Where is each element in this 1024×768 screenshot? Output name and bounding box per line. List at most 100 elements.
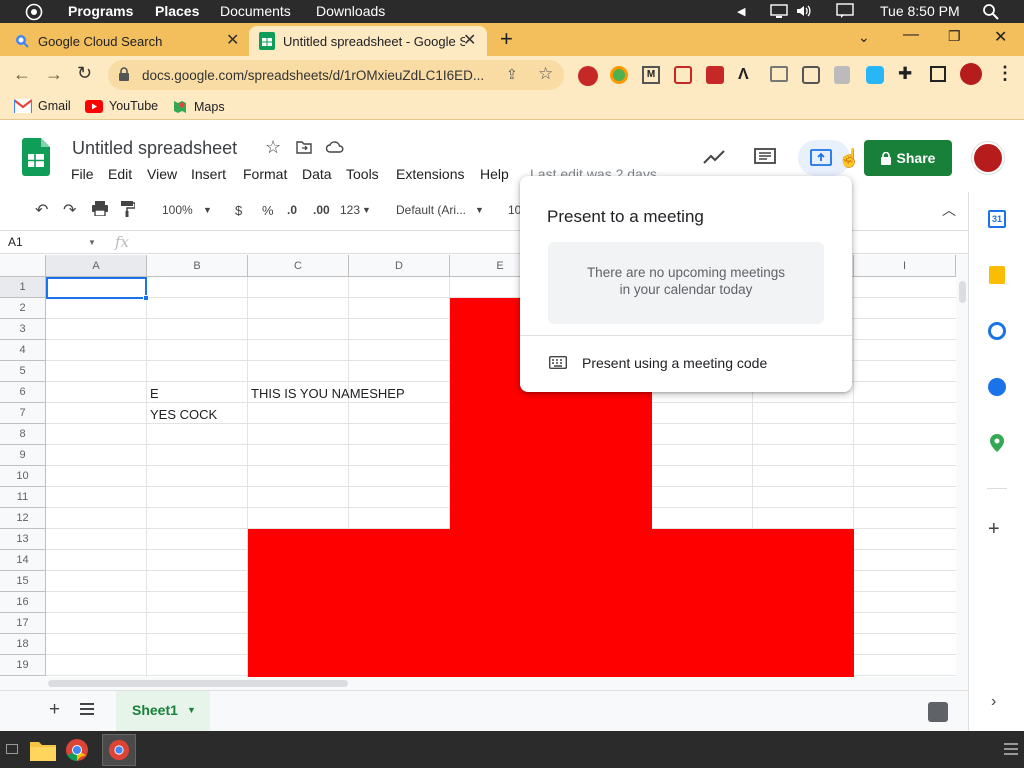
address-bar[interactable]: docs.google.com/spreadsheets/d/1rOMxieuZ… (108, 60, 564, 90)
minimize-icon[interactable]: — (903, 26, 919, 44)
menu-data[interactable]: Data (302, 166, 332, 182)
row-header-15[interactable]: 15 (0, 571, 46, 592)
print-icon[interactable] (92, 201, 108, 216)
forward-icon[interactable]: → (45, 64, 63, 85)
bookmark-gmail[interactable]: Gmail (14, 99, 71, 113)
row-header-13[interactable]: 13 (0, 529, 46, 550)
name-box[interactable]: A1 (8, 235, 23, 249)
bookmark-star-icon[interactable]: ☆ (538, 64, 553, 84)
extension-m-icon[interactable]: M (642, 66, 660, 84)
extension-off-icon[interactable] (578, 66, 598, 86)
tray-arrow-icon[interactable]: ◀ (737, 5, 745, 18)
extension-pocket-icon[interactable] (802, 66, 820, 84)
share-button[interactable]: Share (864, 140, 952, 176)
paint-format-icon[interactable] (121, 201, 135, 217)
expand-panel-icon[interactable]: › (991, 693, 996, 711)
calendar-icon[interactable]: 31 (988, 210, 1006, 228)
extension-cloud-icon[interactable] (866, 66, 884, 84)
network-icon[interactable] (770, 3, 788, 19)
file-manager-icon[interactable] (30, 739, 56, 761)
bookmark-youtube[interactable]: YouTube (85, 99, 158, 113)
explore-button-icon[interactable] (928, 702, 948, 722)
get-addons-icon[interactable]: + (988, 518, 1000, 541)
close-tab-icon[interactable]: ✕ (226, 30, 239, 50)
cloud-status-icon[interactable] (326, 140, 344, 153)
row-header-11[interactable]: 11 (0, 487, 46, 508)
search-icon[interactable] (982, 3, 1000, 21)
increase-decimal-button[interactable]: .00 (313, 203, 330, 217)
profile-avatar[interactable] (960, 63, 982, 85)
red-fill-region-bottom[interactable] (248, 529, 854, 677)
chrome-window-button[interactable] (102, 734, 136, 766)
row-header-14[interactable]: 14 (0, 550, 46, 571)
add-sheet-icon[interactable]: + (49, 699, 60, 721)
tab-untitled-spreadsheet[interactable]: Untitled spreadsheet - Google Sh (249, 26, 487, 56)
bookmark-maps[interactable]: Maps (172, 99, 225, 115)
menu-tools[interactable]: Tools (346, 166, 379, 182)
extension-a-icon[interactable]: Λ (738, 66, 749, 84)
extension-window-icon[interactable] (770, 66, 788, 82)
cell-c6[interactable]: THIS IS YOU NAMESHEP (251, 386, 405, 401)
menu-file[interactable]: File (71, 166, 94, 182)
row-header-17[interactable]: 17 (0, 613, 46, 634)
sheet-tab-dropdown-icon[interactable]: ▼ (187, 705, 196, 715)
cell-b7[interactable]: YES COCK (150, 407, 217, 422)
document-title[interactable]: Untitled spreadsheet (72, 138, 237, 159)
os-menu-documents[interactable]: Documents (220, 3, 291, 19)
row-header-9[interactable]: 9 (0, 445, 46, 466)
keep-icon[interactable] (989, 266, 1005, 284)
menu-extensions[interactable]: Extensions (396, 166, 464, 182)
font-dropdown-icon[interactable]: ▼ (475, 205, 484, 215)
reload-icon[interactable]: ↻ (77, 63, 92, 84)
horizontal-scrollbar[interactable] (0, 677, 968, 690)
chat-icon[interactable] (836, 3, 854, 19)
percent-format-button[interactable]: % (262, 203, 274, 218)
volume-icon[interactable] (795, 3, 813, 19)
contacts-icon[interactable] (988, 378, 1006, 396)
maximize-icon[interactable]: ❐ (948, 28, 961, 45)
os-menu-places[interactable]: Places (155, 3, 199, 19)
browser-menu-icon[interactable]: ⋮ (996, 63, 1014, 84)
menu-edit[interactable]: Edit (108, 166, 132, 182)
chrome-icon[interactable] (65, 738, 89, 762)
more-formats-dropdown-icon[interactable]: ▼ (362, 205, 371, 215)
show-desktop-icon[interactable] (6, 744, 18, 754)
os-menu-programs[interactable]: Programs (68, 3, 133, 19)
extensions-puzzle-icon[interactable]: ✚ (898, 64, 912, 84)
menu-help[interactable]: Help (480, 166, 509, 182)
column-header-a[interactable]: A (46, 255, 147, 277)
row-header-8[interactable]: 8 (0, 424, 46, 445)
comments-icon[interactable] (754, 148, 776, 166)
decrease-decimal-button[interactable]: .0 (287, 203, 297, 217)
present-button[interactable]: ☝ (798, 140, 860, 176)
menu-format[interactable]: Format (243, 166, 287, 182)
close-tab-icon[interactable]: ✕ (463, 30, 476, 50)
row-header-1[interactable]: 1 (0, 277, 46, 298)
star-icon[interactable]: ☆ (265, 137, 281, 158)
undo-icon[interactable]: ↶ (35, 200, 48, 220)
row-header-5[interactable]: 5 (0, 361, 46, 382)
select-all-corner[interactable] (0, 255, 46, 277)
currency-format-button[interactable]: $ (235, 203, 242, 218)
extension-hex-icon[interactable] (834, 66, 850, 84)
zoom-select[interactable]: 100% (162, 203, 193, 217)
row-header-16[interactable]: 16 (0, 592, 46, 613)
name-box-dropdown-icon[interactable]: ▼ (88, 238, 96, 247)
sheets-logo-icon[interactable] (22, 138, 50, 176)
row-header-2[interactable]: 2 (0, 298, 46, 319)
workspace-switcher-icon[interactable] (1004, 742, 1018, 756)
side-panel-icon[interactable] (930, 66, 946, 82)
back-icon[interactable]: ← (13, 64, 31, 85)
clock[interactable]: Tue 8:50 PM (880, 3, 960, 19)
collapse-toolbar-icon[interactable]: ︿ (942, 200, 956, 220)
vertical-scrollbar[interactable] (956, 255, 968, 677)
column-header-c[interactable]: C (248, 255, 349, 277)
row-header-18[interactable]: 18 (0, 634, 46, 655)
row-header-7[interactable]: 7 (0, 403, 46, 424)
row-header-12[interactable]: 12 (0, 508, 46, 529)
vertical-scroll-thumb[interactable] (959, 281, 966, 303)
column-header-i[interactable]: I (854, 255, 956, 277)
column-header-b[interactable]: B (147, 255, 248, 277)
maps-icon[interactable] (990, 434, 1004, 452)
row-header-10[interactable]: 10 (0, 466, 46, 487)
